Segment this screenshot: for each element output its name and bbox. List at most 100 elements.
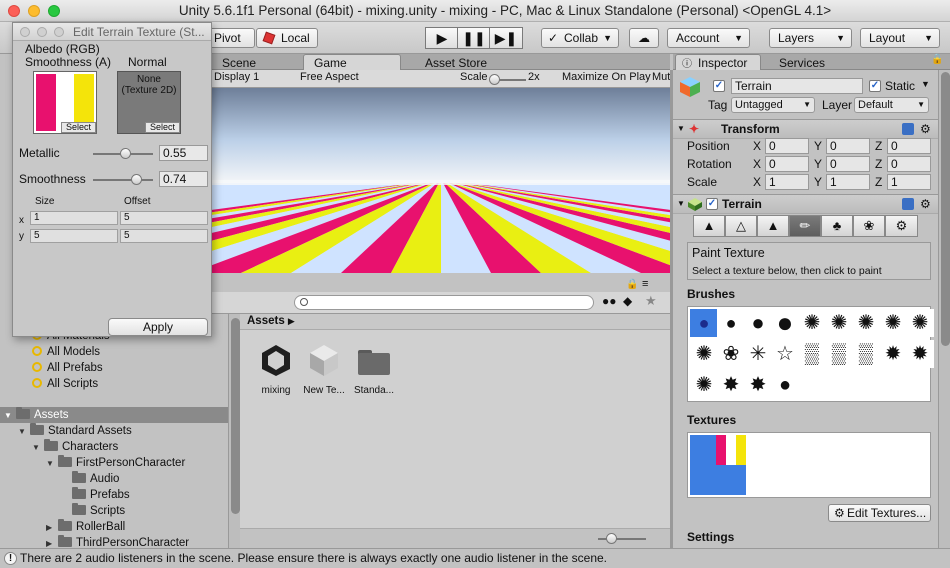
brush-item[interactable]: ✺ (879, 309, 907, 337)
tab-game[interactable]: Game (303, 54, 401, 70)
layers-dropdown[interactable]: Layers ▼ (769, 28, 852, 48)
tree-item[interactable]: ▶ RollerBall (46, 519, 125, 535)
edit-textures-button[interactable]: ⚙ Edit Textures... (828, 504, 931, 522)
active-checkbox[interactable]: ✓ (713, 80, 725, 92)
normal-texture-slot[interactable]: None (Texture 2D) Select (117, 71, 181, 134)
zoom-window-button[interactable] (48, 5, 60, 17)
brush-item[interactable]: ✺ (852, 309, 880, 337)
icon-size-thumb[interactable] (606, 533, 617, 544)
texture-thumbnail[interactable] (690, 435, 746, 495)
tree-item[interactable]: Audio (72, 471, 119, 487)
help-book-icon[interactable] (902, 123, 914, 135)
scl-z-field[interactable]: 1 (887, 174, 931, 190)
tree-item[interactable]: ▼ Characters (32, 439, 118, 455)
albedo-select-button[interactable]: Select (61, 122, 96, 133)
collab-dropdown[interactable]: ✓ Collab ▼ (541, 28, 619, 48)
maximize-on-play-toggle[interactable]: Maximize On Play (562, 71, 651, 83)
scrollbar-thumb[interactable] (941, 72, 950, 346)
static-dropdown-icon[interactable]: ▼ (921, 79, 930, 89)
pos-y-field[interactable]: 0 (826, 138, 870, 154)
brush-item[interactable]: ● (744, 309, 772, 337)
label-filter-icon[interactable]: ◆ (623, 294, 632, 308)
mute-toggle[interactable]: Mut (652, 71, 670, 83)
tab-inspector[interactable]: ⓘ Inspector (675, 54, 761, 70)
brush-item[interactable]: ▒ (798, 340, 826, 368)
brush-item[interactable]: ✹ (879, 340, 907, 368)
brush-item[interactable]: ✳ (744, 340, 772, 368)
paint-details-icon[interactable]: ❀ (853, 215, 885, 237)
brush-item[interactable]: ▒ (852, 340, 880, 368)
minimize-window-button[interactable] (28, 5, 40, 17)
inspector-scrollbar[interactable] (938, 70, 950, 548)
project-search-input[interactable] (294, 295, 594, 310)
lock-icon[interactable]: 🔒 (931, 54, 943, 65)
help-book-icon[interactable] (902, 198, 914, 210)
brush-item[interactable]: ● (717, 309, 745, 337)
offset-x-field[interactable]: 5 (120, 211, 208, 225)
size-y-field[interactable]: 5 (30, 229, 118, 243)
metallic-slider[interactable] (93, 148, 153, 159)
brush-item[interactable]: ☆ (771, 340, 799, 368)
gear-icon[interactable]: ⚙ (920, 120, 931, 138)
brush-item[interactable]: ✹ (906, 340, 934, 368)
smooth-height-icon[interactable]: ▲ (757, 215, 789, 237)
pos-z-field[interactable]: 0 (887, 138, 931, 154)
tree-item-assets[interactable]: ▼ Assets (0, 407, 228, 423)
brush-item[interactable]: ▒ (825, 340, 853, 368)
tree-item[interactable]: Prefabs (72, 487, 130, 503)
normal-select-button[interactable]: Select (145, 122, 180, 133)
brush-item[interactable]: ✺ (825, 309, 853, 337)
step-button[interactable]: ▶❚ (489, 27, 523, 49)
layout-dropdown[interactable]: Layout ▼ (860, 28, 940, 48)
tree-item[interactable]: ▶ ThirdPersonCharacter (46, 535, 189, 548)
pause-button[interactable]: ❚❚ (457, 27, 491, 49)
tab-scene[interactable]: Scene (212, 55, 266, 71)
static-checkbox[interactable]: ✓ (869, 80, 881, 92)
scrollbar-thumb[interactable] (231, 318, 240, 514)
tree-item[interactable]: ▼ Standard Assets (18, 423, 132, 439)
smoothness-value-field[interactable]: 0.74 (159, 171, 208, 187)
search-all-scripts[interactable]: All Scripts (32, 376, 98, 392)
offset-y-field[interactable]: 5 (120, 229, 208, 243)
metallic-value-field[interactable]: 0.55 (159, 145, 208, 161)
paint-texture-icon[interactable]: ✏ (789, 215, 821, 237)
brush-item[interactable]: ✸ (744, 371, 772, 399)
brush-item[interactable]: ● (690, 309, 718, 337)
zoom-window-button[interactable] (54, 27, 64, 37)
pivot-toggle[interactable]: Pivot (205, 28, 255, 48)
layer-dropdown[interactable]: Default ▼ (854, 97, 929, 113)
brush-item[interactable]: ✸ (717, 371, 745, 399)
breadcrumb[interactable]: Assets ▶ (240, 314, 670, 330)
cloud-button[interactable]: ☁ (629, 28, 659, 48)
brush-item[interactable]: ✺ (798, 309, 826, 337)
filter-type-icon[interactable]: ●● (602, 294, 617, 308)
minimize-window-button[interactable] (37, 27, 47, 37)
lock-icon[interactable]: 🔒 (626, 279, 638, 290)
brush-item[interactable]: ❀ (717, 340, 745, 368)
terrain-header[interactable]: ▼ ✓ Terrain ⚙ (673, 194, 938, 214)
apply-button[interactable]: Apply (108, 318, 208, 336)
display-dropdown[interactable]: Display 1 (214, 71, 259, 83)
brush-item[interactable]: ✺ (690, 371, 718, 399)
popup-title-bar[interactable]: Edit Terrain Texture (St... (13, 23, 211, 41)
scl-y-field[interactable]: 1 (826, 174, 870, 190)
terrain-enabled-checkbox[interactable]: ✓ (706, 198, 718, 210)
metallic-slider-thumb[interactable] (120, 148, 131, 159)
asset-item[interactable]: Standa... (352, 342, 396, 398)
close-window-button[interactable] (20, 27, 30, 37)
status-bar[interactable]: ! There are 2 audio listeners in the sce… (0, 548, 950, 568)
tree-item[interactable]: ▼ FirstPersonCharacter (46, 455, 185, 471)
tree-item[interactable]: Scripts (72, 503, 125, 519)
search-all-models[interactable]: All Models (32, 344, 100, 360)
albedo-texture-slot[interactable]: Select (33, 71, 97, 134)
favorite-star-icon[interactable]: ★ (645, 293, 657, 309)
asset-item[interactable]: New Te... (302, 342, 346, 398)
raise-lower-terrain-icon[interactable]: ▲ (693, 215, 725, 237)
asset-item[interactable]: mixing (256, 342, 296, 398)
brush-item[interactable]: ● (771, 309, 799, 337)
local-toggle[interactable]: Local (256, 28, 318, 48)
brush-item[interactable]: ✺ (906, 309, 934, 337)
smoothness-slider[interactable] (93, 174, 153, 185)
aspect-dropdown[interactable]: Free Aspect (300, 71, 359, 83)
transform-header[interactable]: ▼ ✦ Transform ⚙ (673, 119, 938, 139)
